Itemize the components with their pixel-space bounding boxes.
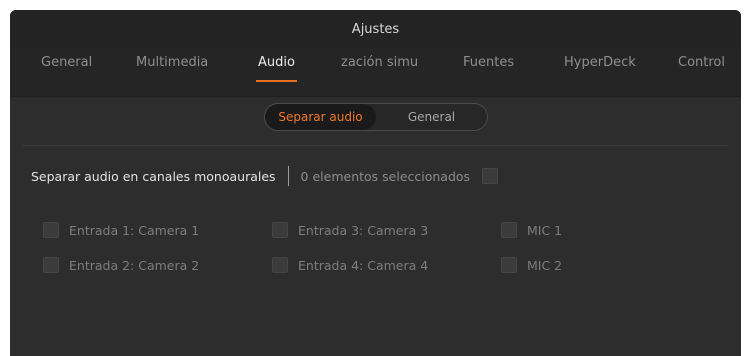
input-1-checkbox[interactable] — [43, 222, 59, 238]
audio-mode-segmented-control: Separar audio General — [264, 103, 488, 131]
input-option: Entrada 4: Camera 4 — [272, 256, 428, 274]
tab-label: HyperDeck — [564, 54, 636, 70]
mic-2-label: MIC 2 — [527, 257, 563, 273]
input-4-label: Entrada 4: Camera 4 — [298, 257, 429, 273]
input-2-checkbox[interactable] — [43, 257, 59, 273]
tab-label: Multimedia — [136, 54, 209, 70]
input-option: Entrada 3: Camera 3 — [272, 221, 428, 239]
mic-1-checkbox[interactable] — [501, 222, 517, 238]
tab-label: Fuentes — [463, 54, 515, 70]
tab-visualizacion-simultanea[interactable]: zación simu — [341, 38, 418, 86]
split-audio-title: Separar audio en canales monoaurales — [31, 168, 276, 184]
input-option: MIC 1 — [501, 221, 562, 239]
tab-hyperdeck[interactable]: HyperDeck — [564, 38, 636, 86]
mic-2-checkbox[interactable] — [501, 257, 517, 273]
header-separator — [287, 166, 289, 186]
tab-general[interactable]: General — [41, 38, 92, 86]
input-3-checkbox[interactable] — [272, 222, 288, 238]
mic-1-label: MIC 1 — [527, 222, 563, 238]
tab-label: Control — [678, 54, 725, 70]
input-2-label: Entrada 2: Camera 2 — [69, 257, 200, 273]
tab-multimedia[interactable]: Multimedia — [136, 38, 208, 86]
tab-audio[interactable]: Audio — [256, 38, 297, 86]
selected-count: 0 elementos seleccionados — [300, 168, 471, 184]
window-title: Ajustes — [351, 21, 400, 37]
separar-audio-button[interactable]: Separar audio — [265, 104, 376, 130]
section-divider — [22, 145, 729, 146]
input-option: Entrada 1: Camera 1 — [43, 221, 199, 239]
tab-control[interactable]: Control — [678, 38, 725, 86]
input-1-label: Entrada 1: Camera 1 — [69, 222, 200, 238]
input-4-checkbox[interactable] — [272, 257, 288, 273]
split-audio-header: Separar audio en canales monoaurales 0 e… — [31, 164, 499, 188]
input-option: MIC 2 — [501, 256, 562, 274]
input-option: Entrada 2: Camera 2 — [43, 256, 199, 274]
tab-label: zación simu — [341, 54, 419, 70]
general-audio-button[interactable]: General — [376, 104, 487, 130]
select-all-checkbox[interactable] — [482, 168, 499, 184]
tab-label: Audio — [258, 54, 295, 70]
tab-label: General — [41, 54, 93, 70]
input-3-label: Entrada 3: Camera 3 — [298, 222, 429, 238]
tab-fuentes[interactable]: Fuentes — [463, 38, 514, 86]
